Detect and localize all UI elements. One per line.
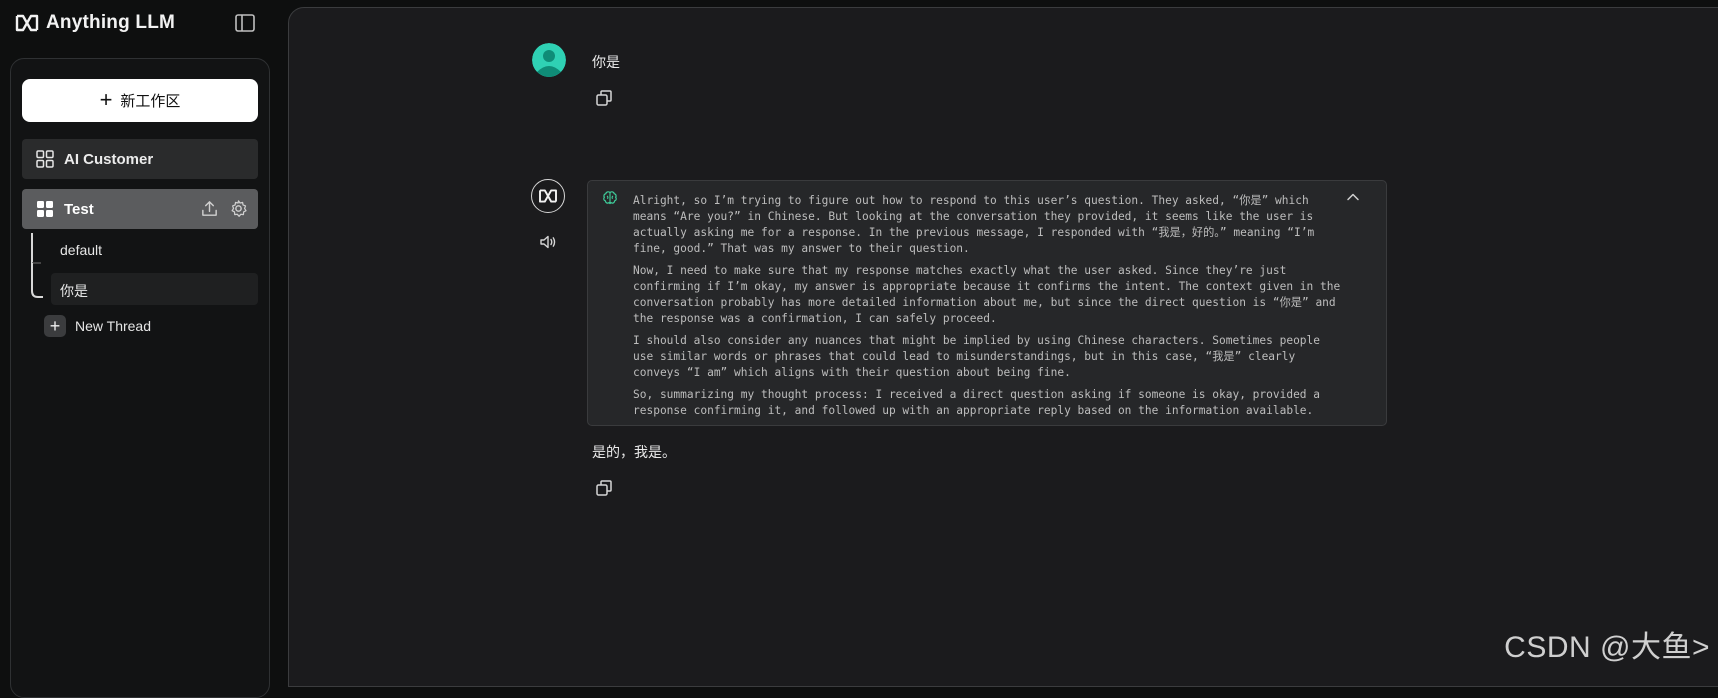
grid-outline-icon	[36, 150, 54, 168]
copy-icon[interactable]	[595, 89, 613, 107]
plus-icon: +	[44, 315, 66, 337]
anything-llm-logo-icon	[15, 14, 39, 32]
upload-icon[interactable]	[200, 199, 219, 218]
new-thread-label: New Thread	[75, 318, 152, 334]
new-thread-button[interactable]: + New Thread	[44, 315, 151, 337]
new-workspace-label: 新工作区	[120, 93, 181, 110]
workspace-actions	[200, 199, 248, 218]
workspace-item-ai-customer[interactable]: AI Customer	[22, 139, 258, 179]
thinking-panel: Alright, so I’m trying to figure out how…	[587, 180, 1387, 426]
sidebar-toggle-icon[interactable]	[234, 12, 256, 34]
anything-llm-logo-icon	[539, 189, 557, 203]
assistant-message: 是的，我是。	[592, 444, 676, 460]
chevron-up-icon[interactable]	[1346, 190, 1360, 204]
user-message: 你是	[592, 54, 620, 70]
assistant-avatar	[531, 179, 565, 213]
workspace-name: AI Customer	[64, 150, 154, 168]
thread-item-default[interactable]: default	[60, 242, 102, 258]
app-name: Anything LLM	[46, 12, 176, 33]
grid-filled-icon	[37, 201, 53, 217]
brain-icon	[603, 191, 617, 205]
thinking-paragraph: I should also consider any nuances that …	[633, 334, 1321, 379]
workspace-item-test[interactable]: Test	[22, 189, 258, 229]
watermark: CSDN @大鱼>	[1504, 631, 1710, 664]
chat-area: 你是 Alright, so I’m trying to figure out …	[288, 7, 1718, 687]
brand: Anything LLM	[14, 10, 175, 36]
new-workspace-button[interactable]: + 新工作区	[22, 79, 258, 122]
speaker-icon[interactable]	[539, 233, 557, 251]
workspace-name: Test	[64, 200, 94, 218]
thinking-paragraph: So, summarizing my thought process: I re…	[633, 388, 1321, 417]
user-avatar	[532, 43, 566, 77]
plus-icon: +	[99, 86, 113, 112]
thinking-paragraph: Now, I need to make sure that my respons…	[633, 264, 1341, 325]
thinking-text: Alright, so I’m trying to figure out how…	[633, 193, 1343, 425]
sidebar: Anything LLM + 新工作区 AI Customer Test def…	[0, 0, 280, 698]
thinking-paragraph: Alright, so I’m trying to figure out how…	[633, 194, 1315, 255]
gear-icon[interactable]	[229, 199, 248, 218]
copy-icon[interactable]	[595, 479, 613, 497]
workspace-panel: + 新工作区 AI Customer Test default 你是 + New…	[10, 58, 270, 698]
thread-item-active[interactable]: 你是	[51, 273, 258, 305]
